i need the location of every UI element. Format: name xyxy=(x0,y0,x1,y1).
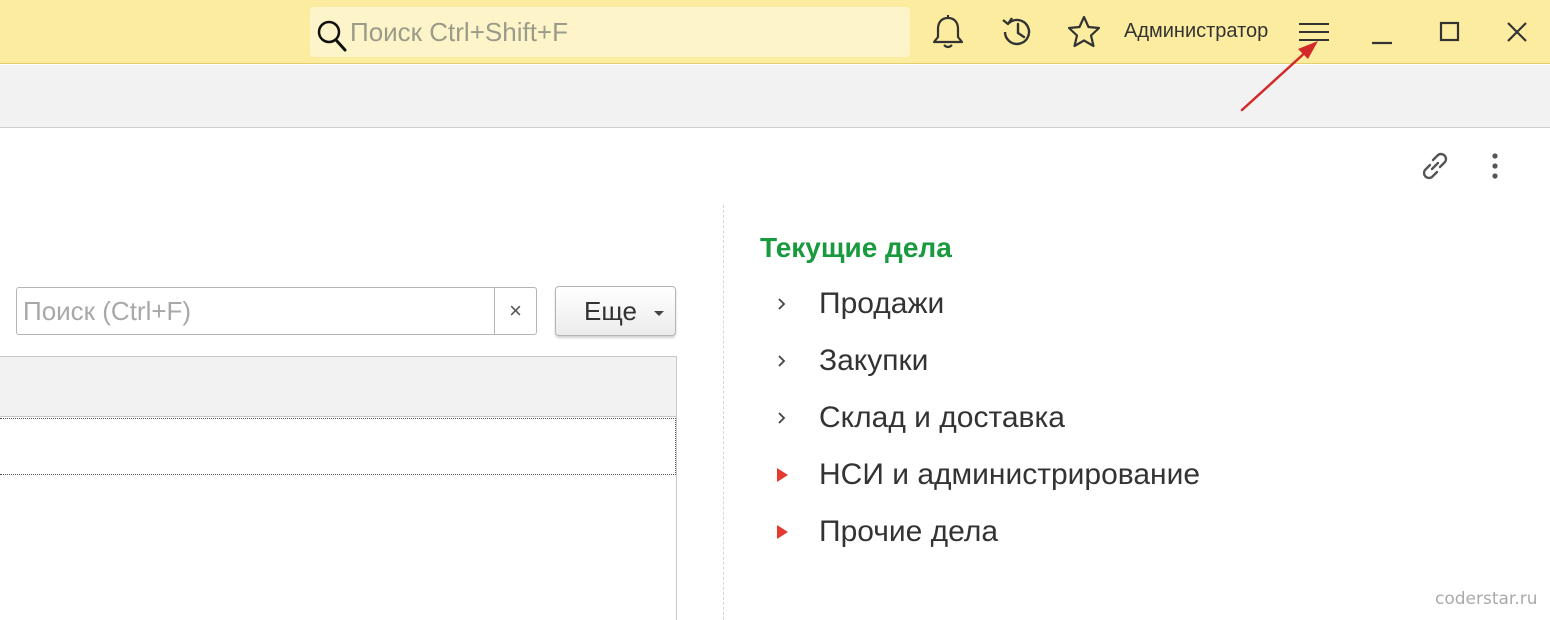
hamburger-icon xyxy=(1299,23,1329,41)
list-table[interactable] xyxy=(0,356,677,620)
clear-search-button[interactable]: × xyxy=(494,288,536,334)
more-actions-button[interactable] xyxy=(1475,146,1515,186)
global-search[interactable] xyxy=(310,7,910,57)
more-vertical-icon xyxy=(1492,153,1498,179)
star-icon xyxy=(1067,15,1101,48)
favorites-button[interactable] xyxy=(1064,12,1104,52)
task-item-label: НСИ и администрирование xyxy=(819,458,1201,491)
minimize-button[interactable] xyxy=(1362,12,1402,52)
task-item-label: Прочие дела xyxy=(819,515,999,548)
more-button[interactable]: Еще xyxy=(555,286,676,336)
task-item-label: Склад и доставка xyxy=(819,401,1065,434)
close-button[interactable] xyxy=(1497,12,1537,52)
chevron-down-icon xyxy=(654,311,664,316)
history-button[interactable] xyxy=(997,12,1037,52)
watermark: coderstar.ru xyxy=(1435,589,1538,609)
close-icon xyxy=(1507,22,1527,42)
minimize-icon xyxy=(1372,41,1392,45)
bell-icon xyxy=(932,15,964,49)
current-tasks-title: Текущие дела xyxy=(760,232,952,263)
more-button-label: Еще xyxy=(584,296,637,326)
panel-divider xyxy=(723,205,724,620)
maximize-button[interactable] xyxy=(1430,12,1470,52)
get-link-button[interactable] xyxy=(1415,146,1455,186)
title-bar: Администратор xyxy=(0,0,1550,64)
task-item-label: Продажи xyxy=(819,287,945,320)
chevron-right-icon xyxy=(778,355,786,367)
notifications-button[interactable] xyxy=(928,12,968,52)
task-item-sales[interactable]: Продажи xyxy=(760,284,1460,324)
table-header xyxy=(0,357,676,417)
maximize-icon xyxy=(1439,21,1460,42)
task-item-purchases[interactable]: Закупки xyxy=(760,341,1460,381)
chevron-right-icon xyxy=(778,412,786,424)
current-user-name[interactable]: Администратор xyxy=(1124,20,1268,43)
list-search[interactable]: × xyxy=(16,287,537,335)
section-panel xyxy=(0,65,1550,128)
main-menu-button[interactable] xyxy=(1294,12,1334,52)
link-icon xyxy=(1422,152,1448,180)
chevron-right-icon xyxy=(778,298,786,310)
search-icon xyxy=(317,20,347,52)
red-triangle-icon xyxy=(777,525,788,539)
global-search-input[interactable] xyxy=(350,15,890,49)
list-search-input[interactable] xyxy=(23,294,493,328)
task-item-label: Закупки xyxy=(819,344,929,377)
task-item-nsi-admin[interactable]: НСИ и администрирование xyxy=(760,455,1460,495)
task-item-other[interactable]: Прочие дела xyxy=(760,512,1460,552)
table-row[interactable] xyxy=(0,418,676,475)
task-item-warehouse[interactable]: Склад и доставка xyxy=(760,398,1460,438)
history-icon xyxy=(1002,17,1031,46)
red-triangle-icon xyxy=(777,468,788,482)
